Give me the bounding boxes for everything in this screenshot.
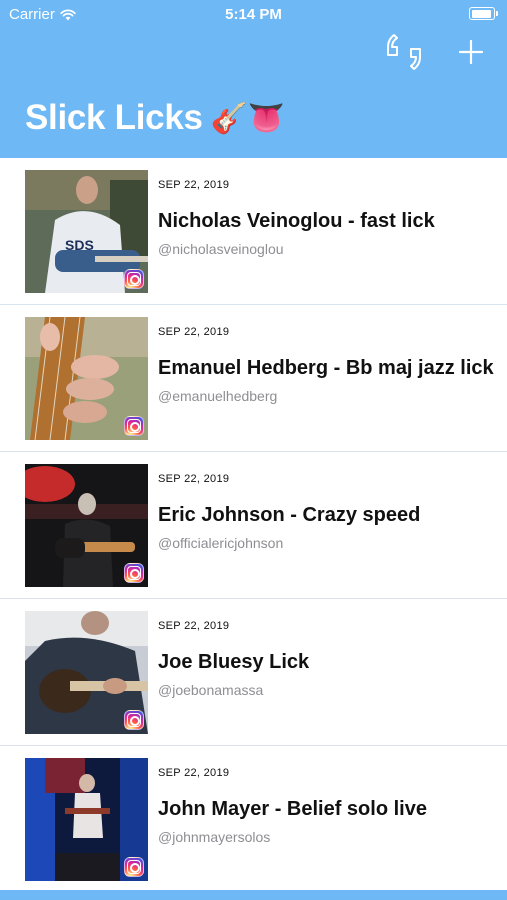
lick-date: SEP 22, 2019 bbox=[158, 767, 230, 779]
instagram-icon bbox=[124, 269, 144, 289]
lick-handle: @emanuelhedberg bbox=[158, 388, 278, 404]
lick-date: SEP 22, 2019 bbox=[158, 473, 230, 485]
lick-thumbnail[interactable]: SDS bbox=[25, 170, 148, 293]
lick-thumbnail[interactable] bbox=[25, 464, 148, 587]
clock: 5:14 PM bbox=[225, 6, 282, 23]
plus-icon bbox=[459, 40, 483, 64]
lick-title: Eric Johnson - Crazy speed bbox=[158, 504, 421, 526]
nav-header: Carrier 5:14 PM Slick Licks 🎸👅 bbox=[0, 0, 507, 158]
list-item[interactable]: SEP 22, 2019 John Mayer - Belief solo li… bbox=[0, 746, 507, 893]
instagram-icon bbox=[124, 416, 144, 436]
bottom-bar bbox=[0, 890, 507, 900]
lick-date: SEP 22, 2019 bbox=[158, 326, 230, 338]
list-item[interactable]: SDS SEP 22, 2019 Nicholas Veinoglou - fa… bbox=[0, 158, 507, 305]
lick-date: SEP 22, 2019 bbox=[158, 179, 230, 191]
page-title: Slick Licks 🎸👅 bbox=[25, 98, 285, 138]
list-item[interactable]: SEP 22, 2019 Emanuel Hedberg - Bb maj ja… bbox=[0, 305, 507, 452]
lick-handle: @nicholasveinoglou bbox=[158, 241, 284, 257]
lick-handle: @officialericjohnson bbox=[158, 535, 284, 551]
lick-title: Nicholas Veinoglou - fast lick bbox=[158, 210, 435, 232]
battery-icon bbox=[469, 7, 498, 20]
lick-title: John Mayer - Belief solo live bbox=[158, 798, 427, 820]
quote-button[interactable] bbox=[382, 32, 426, 72]
lick-handle: @joebonamassa bbox=[158, 682, 264, 698]
instagram-icon bbox=[124, 710, 144, 730]
lick-thumbnail[interactable] bbox=[25, 758, 148, 881]
lick-list: SDS SEP 22, 2019 Nicholas Veinoglou - fa… bbox=[0, 158, 507, 890]
quote-icon bbox=[387, 34, 421, 70]
title-text: Slick Licks bbox=[25, 98, 203, 137]
add-button[interactable] bbox=[449, 32, 493, 72]
instagram-icon bbox=[124, 857, 144, 877]
status-bar: Carrier 5:14 PM bbox=[0, 0, 507, 28]
lick-thumbnail[interactable] bbox=[25, 611, 148, 734]
lick-title: Joe Bluesy Lick bbox=[158, 651, 310, 673]
list-item[interactable]: SEP 22, 2019 Eric Johnson - Crazy speed … bbox=[0, 452, 507, 599]
lick-date: SEP 22, 2019 bbox=[158, 620, 230, 632]
lick-title: Emanuel Hedberg - Bb maj jazz lick bbox=[158, 357, 494, 379]
title-emoji: 🎸👅 bbox=[210, 100, 285, 136]
list-item[interactable]: SEP 22, 2019 Joe Bluesy Lick @joebonamas… bbox=[0, 599, 507, 746]
lick-handle: @johnmayersolos bbox=[158, 829, 271, 845]
instagram-icon bbox=[124, 563, 144, 583]
lick-thumbnail[interactable] bbox=[25, 317, 148, 440]
